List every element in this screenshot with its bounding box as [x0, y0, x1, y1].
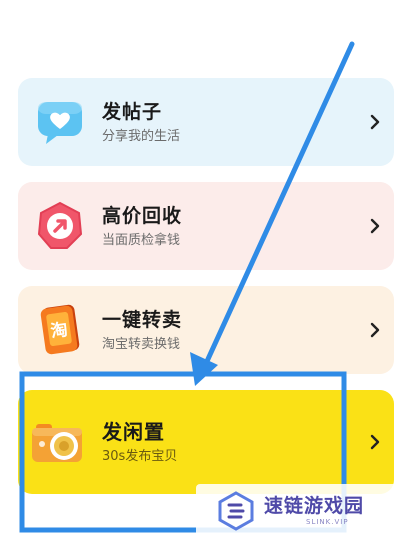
menu-item-subtitle: 当面质检拿钱 — [102, 232, 181, 248]
menu-item-post-idle[interactable]: 发闲置 30s发布宝贝 — [18, 390, 394, 494]
menu-item-title: 高价回收 — [102, 204, 183, 227]
menu-item-title: 一键转卖 — [102, 308, 183, 331]
chevron-right-icon — [370, 322, 380, 338]
taobao-glyph: 淘 — [49, 319, 69, 342]
taobao-phone-icon: 淘 — [34, 304, 86, 356]
menu-item-text: 发帖子 分享我的生活 — [102, 100, 180, 145]
chevron-right-icon — [370, 114, 380, 130]
recycle-arrow-icon — [34, 200, 86, 252]
menu-item-title: 发帖子 — [102, 100, 163, 123]
menu-item-subtitle: 分享我的生活 — [102, 128, 181, 144]
watermark-logo-icon — [218, 491, 254, 531]
menu-item-recycle[interactable]: 高价回收 当面质检拿钱 — [18, 182, 394, 270]
menu-item-subtitle: 淘宝转卖换钱 — [102, 336, 181, 352]
menu-item-title: 发闲置 — [102, 419, 165, 444]
watermark-subtitle: SLINK.VIP — [306, 518, 349, 526]
menu-item-text: 发闲置 30s发布宝贝 — [102, 420, 177, 465]
watermark-title: 速链游戏园 — [264, 495, 365, 517]
menu-item-text: 一键转卖 淘宝转卖换钱 — [102, 308, 182, 353]
site-watermark: 速链游戏园 SLINK.VIP — [196, 484, 400, 538]
camera-icon — [30, 412, 90, 472]
menu-item-subtitle: 30s发布宝贝 — [102, 448, 178, 464]
chevron-right-icon — [370, 218, 380, 234]
chevron-right-icon — [370, 434, 380, 450]
heart-chat-icon — [34, 96, 86, 148]
menu-item-resell[interactable]: 淘 一键转卖 淘宝转卖换钱 — [18, 286, 394, 374]
menu-item-post[interactable]: 发帖子 分享我的生活 — [18, 78, 394, 166]
menu-item-text: 高价回收 当面质检拿钱 — [102, 204, 182, 249]
